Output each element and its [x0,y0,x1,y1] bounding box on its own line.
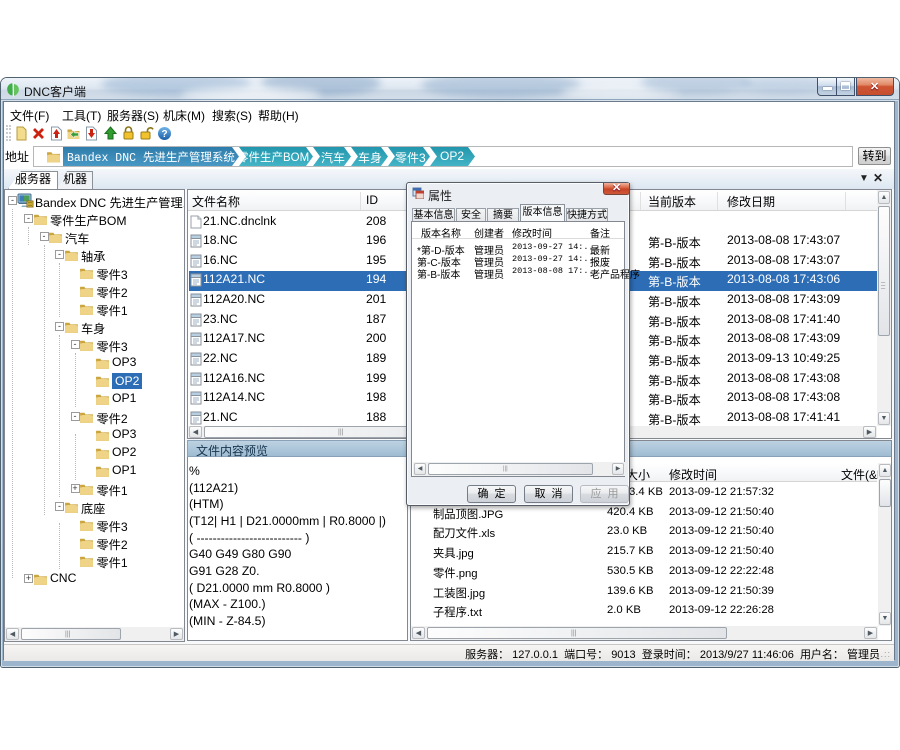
svg-text:?: ? [161,129,167,140]
